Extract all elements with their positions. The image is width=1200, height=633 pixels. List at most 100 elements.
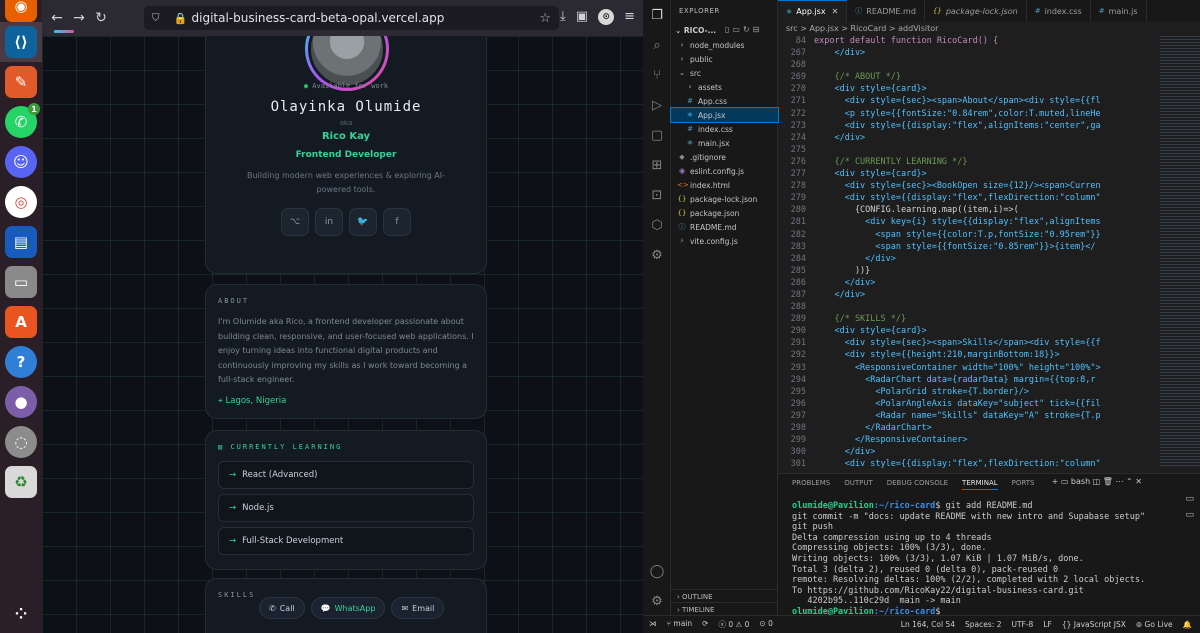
- code-line[interactable]: 298 </RadarChart>: [778, 423, 1158, 435]
- terminal-icon[interactable]: ▭: [1185, 510, 1194, 520]
- collapse-icon[interactable]: ⊟: [753, 25, 763, 34]
- tree-file[interactable]: # App.css: [671, 94, 778, 108]
- tree-file[interactable]: ⚛ main.jsx: [671, 136, 778, 150]
- cursor-position[interactable]: Ln 164, Col 54: [901, 620, 955, 629]
- tab-readme[interactable]: ⓘ README.md: [847, 0, 925, 22]
- indentation[interactable]: Spaces: 2: [965, 620, 1001, 629]
- tree-file[interactable]: ⚡ vite.config.js: [671, 234, 778, 248]
- code-line[interactable]: 299 </ResponsiveContainer>: [778, 435, 1158, 447]
- tracking-shield-icon[interactable]: ⛉: [152, 13, 160, 24]
- github-icon[interactable]: ⌥: [281, 208, 309, 236]
- maximize-icon[interactable]: ⌃: [1124, 477, 1133, 486]
- go-live-button[interactable]: ⊚ Go Live: [1136, 620, 1173, 629]
- whatsapp-button[interactable]: 💬 WhatsApp: [310, 597, 386, 619]
- call-button[interactable]: ✆ Call: [259, 597, 305, 619]
- tree-file[interactable]: {} package-lock.json: [671, 192, 778, 206]
- tab-main-js[interactable]: # main.js: [1091, 0, 1147, 22]
- tree-file[interactable]: # index.css: [671, 122, 778, 136]
- code-line[interactable]: 295 <PolarGrid stroke={T.border}/>: [778, 387, 1158, 399]
- code-line[interactable]: 294 <RadarChart data={radarData} margin=…: [778, 375, 1158, 387]
- account-icon[interactable]: ⊙: [598, 9, 615, 25]
- facebook-icon[interactable]: f: [383, 208, 411, 236]
- code-line[interactable]: 273 <div style={{display:"flex",alignIte…: [778, 121, 1158, 133]
- tree-file[interactable]: {} package.json: [671, 206, 778, 220]
- tab-output[interactable]: OUTPUT: [844, 479, 873, 490]
- code-line[interactable]: 278 <div style={sec}><BookOpen size={12}…: [778, 181, 1158, 193]
- tree-file[interactable]: ◆ .gitignore: [671, 150, 778, 164]
- timeline-section[interactable]: › TIMELINE: [671, 602, 778, 616]
- tree-folder[interactable]: › assets: [671, 80, 778, 94]
- whatsapp-icon[interactable]: ✆ 1: [5, 103, 40, 138]
- tree-folder[interactable]: › public: [671, 52, 778, 66]
- code-line[interactable]: 84 export default function RicoCard() {: [778, 36, 1158, 48]
- extensions-icon[interactable]: ▣: [576, 9, 588, 25]
- code-line[interactable]: 297 <Radar name="Skills" dataKey="A" str…: [778, 411, 1158, 423]
- plus-icon[interactable]: +: [1052, 477, 1061, 486]
- shell-name[interactable]: bash: [1071, 477, 1090, 486]
- code-line[interactable]: 285 ))}: [778, 266, 1158, 278]
- code-line[interactable]: 301 <div style={{display:"flex",flexDire…: [778, 459, 1158, 471]
- vscode-icon[interactable]: ⟨⟩: [5, 26, 37, 58]
- code-line[interactable]: 289 {/* SKILLS */}: [778, 314, 1158, 326]
- account-icon[interactable]: ◯: [649, 564, 665, 580]
- settings-sync-icon[interactable]: ⚙: [649, 248, 665, 264]
- linkedin-icon[interactable]: in: [315, 208, 343, 236]
- code-line[interactable]: 281 <div key={i} style={{display:"flex",…: [778, 217, 1158, 229]
- app-center-icon[interactable]: A: [5, 306, 37, 338]
- disc-icon[interactable]: ◌: [5, 426, 37, 458]
- code-line[interactable]: 272 <p style={{fontSize:"0.84rem",color:…: [778, 109, 1158, 121]
- ports-indicator[interactable]: ⊙ 0: [759, 619, 772, 630]
- tree-file-selected[interactable]: ⚛ App.jsx: [670, 107, 779, 123]
- package-icon[interactable]: ⬡: [649, 218, 665, 234]
- search-icon[interactable]: ⌕: [649, 38, 665, 54]
- source-control-icon[interactable]: ⑂: [649, 68, 665, 84]
- refresh-icon[interactable]: ↻: [743, 25, 753, 34]
- address-bar[interactable]: ⛉ 🔒 digital-business-card-beta-opal.verc…: [144, 6, 559, 30]
- camera-icon[interactable]: ●: [5, 386, 37, 418]
- writer-icon[interactable]: ▤: [5, 226, 37, 258]
- twitter-icon[interactable]: 🐦: [349, 208, 377, 236]
- code-line[interactable]: 275: [778, 145, 1158, 157]
- code-line[interactable]: 291 <div style={sec}><span>Skills</span>…: [778, 338, 1158, 350]
- tab-index-css[interactable]: # index.css: [1027, 0, 1091, 22]
- firefox-icon[interactable]: ◉: [5, 0, 37, 22]
- problems-indicator[interactable]: ⓧ 0 ⚠ 0: [718, 619, 749, 630]
- encoding[interactable]: UTF-8: [1011, 620, 1033, 629]
- minimap[interactable]: [1160, 36, 1200, 466]
- chrome-icon[interactable]: ◎: [5, 186, 37, 218]
- menu-icon[interactable]: ≡: [624, 9, 635, 25]
- remote-icon[interactable]: ⋊: [649, 619, 657, 630]
- terminal-icon[interactable]: ▭: [1185, 494, 1194, 504]
- trash-icon[interactable]: 🗑: [1100, 477, 1113, 486]
- close-icon[interactable]: ✕: [1133, 477, 1142, 486]
- tab-ports[interactable]: PORTS: [1012, 479, 1035, 490]
- tab-terminal[interactable]: TERMINAL: [962, 479, 998, 490]
- text-editor-icon[interactable]: ✎: [5, 66, 37, 98]
- branch-indicator[interactable]: ⑂ main: [667, 619, 693, 630]
- files-icon[interactable]: ▭: [5, 266, 37, 298]
- code-line[interactable]: 277 <div style={card}>: [778, 169, 1158, 181]
- code-line[interactable]: 290 <div style={card}>: [778, 326, 1158, 338]
- split-icon[interactable]: ◫: [1090, 477, 1101, 486]
- reload-icon[interactable]: ↻: [90, 10, 112, 26]
- discord-icon[interactable]: ☺: [5, 146, 37, 178]
- tab-app-jsx[interactable]: ⚛ App.jsx ✕: [778, 0, 848, 22]
- tree-file[interactable]: ◉ eslint.config.js: [671, 164, 778, 178]
- code-line[interactable]: 292 <div style={{height:210,marginBottom…: [778, 350, 1158, 362]
- tree-file[interactable]: ⓘ README.md: [671, 220, 778, 234]
- project-folder[interactable]: ⌄ RICO-...: [675, 26, 716, 35]
- code-line[interactable]: 287 </div>: [778, 290, 1158, 302]
- downloads-icon[interactable]: ⤓: [560, 9, 566, 25]
- new-folder-icon[interactable]: ▭: [732, 25, 743, 34]
- breadcrumb[interactable]: src > App.jsx > RicoCard > addVisitor: [786, 24, 938, 33]
- code-line[interactable]: 269 {/* ABOUT */}: [778, 72, 1158, 84]
- code-line[interactable]: 282 <span style={{color:T.p,fontSize:"0.…: [778, 230, 1158, 242]
- trash-icon[interactable]: ♻: [5, 466, 37, 498]
- forward-arrow-icon[interactable]: →: [68, 10, 90, 26]
- more-icon[interactable]: ⋯: [1113, 477, 1123, 486]
- tab-package-lock[interactable]: {} package-lock.json: [925, 0, 1027, 22]
- extensions-icon[interactable]: ⊞: [649, 158, 665, 174]
- tree-folder[interactable]: › node_modules: [671, 38, 778, 52]
- code-line[interactable]: 271 <div style={sec}><span>About</span><…: [778, 96, 1158, 108]
- code-line[interactable]: 284 </div>: [778, 254, 1158, 266]
